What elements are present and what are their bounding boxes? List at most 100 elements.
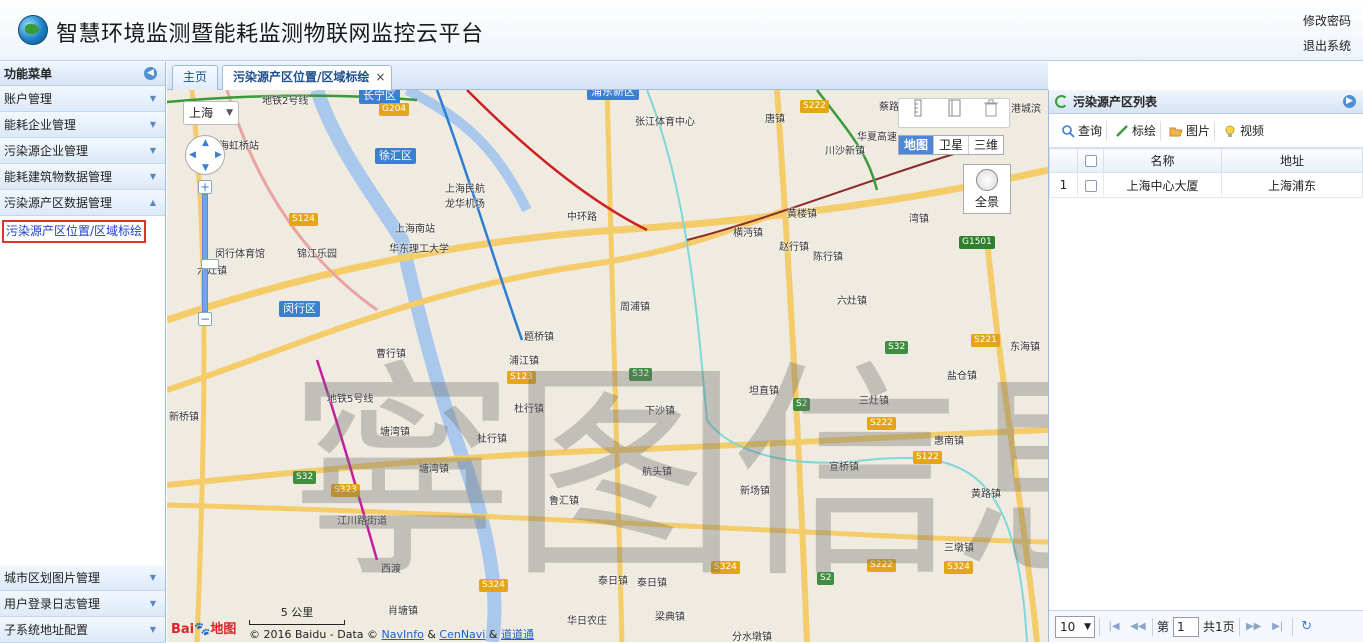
name-column-header[interactable]: 名称	[1103, 148, 1222, 173]
prev-page-icon[interactable]: ◀◀	[1128, 621, 1148, 632]
road-shield: S32	[885, 341, 909, 354]
map-label: 惠南镇	[934, 436, 964, 447]
scale-line	[249, 620, 345, 625]
pan-up-icon[interactable]: ▲	[202, 138, 209, 148]
map-label: 上海民航 龙华机场	[445, 184, 485, 210]
map-label: 闵行区	[279, 301, 320, 317]
navinfo-link[interactable]: NavInfo	[382, 628, 424, 641]
map-label: 闵行体育馆	[215, 249, 265, 260]
first-page-icon[interactable]: |◀	[1104, 621, 1124, 632]
row-name: 上海中心大厦	[1103, 172, 1222, 198]
select-all-checkbox[interactable]	[1084, 155, 1097, 167]
zoom-in-button[interactable]: +	[198, 180, 212, 194]
tab-home[interactable]: 主页	[172, 65, 219, 90]
menu-label: 污染源企业管理	[4, 144, 89, 158]
cennavi-link[interactable]: CenNavi	[439, 628, 485, 641]
plot-button[interactable]: 标绘	[1111, 120, 1162, 141]
map-type-3d[interactable]: 三维	[969, 136, 1003, 154]
bulb-icon	[1225, 125, 1235, 137]
road-shield: S124	[289, 213, 318, 226]
refresh-icon[interactable]	[1055, 95, 1068, 108]
expand-right-icon[interactable]: ▶	[1343, 95, 1356, 108]
map-label: 泰日镇	[637, 578, 667, 589]
trash-icon[interactable]	[982, 99, 1000, 117]
pan-right-icon[interactable]: ▶	[215, 150, 222, 160]
map-label: 黄路镇	[971, 489, 1001, 500]
caret-down-icon: ▼	[226, 108, 233, 118]
panel-header: 污染源产区列表 ▶	[1049, 90, 1363, 114]
chevron-down-icon: ▼	[149, 599, 156, 608]
map-label: 新桥镇	[169, 412, 199, 423]
zoom-track[interactable]	[201, 194, 219, 312]
city-select[interactable]: 上海 ▼	[183, 101, 239, 125]
copyright-text: © 2016 Baidu - Data ©	[249, 628, 379, 641]
map-label: 横沔镇	[733, 228, 763, 239]
pan-left-icon[interactable]: ◀	[189, 150, 196, 160]
map-type-satellite[interactable]: 卫星	[934, 136, 970, 154]
road-shield: S324	[944, 561, 973, 574]
tab-pollution-area-plot[interactable]: 污染源产区位置/区域标绘 ×	[222, 65, 393, 90]
road-shield: S2	[817, 572, 835, 585]
baidu-map-logo[interactable]: Bai🐾地图	[171, 618, 236, 637]
image-button[interactable]: 图片	[1165, 120, 1216, 141]
index-header	[1049, 148, 1078, 173]
query-label: 查询	[1078, 124, 1103, 138]
map-label: 三灶镇	[859, 396, 889, 407]
collapse-left-icon[interactable]: ◀	[144, 67, 157, 80]
road-shield: G1501	[959, 236, 995, 249]
menu-account[interactable]: 账户管理 ▼	[0, 86, 165, 112]
menu-login-log[interactable]: 用户登录日志管理 ▼	[0, 591, 165, 617]
paw-icon: 🐾	[194, 622, 211, 637]
sidebar: 功能菜单 ◀ 账户管理 ▼ 能耗企业管理 ▼ 污染源企业管理 ▼ 能耗建筑物数据管理 ▼…	[0, 62, 166, 643]
copyright-sep: &	[488, 628, 498, 641]
chevron-down-icon: ▼	[149, 625, 156, 634]
map-label: 泰日镇	[598, 576, 628, 587]
table-header-row: 名称 地址	[1049, 148, 1363, 173]
map-label: 六灶镇	[837, 296, 867, 307]
page-size-value: 10	[1060, 619, 1076, 634]
map-label: 浦东新区	[587, 90, 639, 100]
close-icon[interactable]: ×	[375, 66, 385, 89]
road-shield: S123	[507, 371, 536, 384]
page-size-select[interactable]: 10 ▼	[1055, 615, 1095, 638]
map-label: 华东理工大学	[389, 244, 449, 255]
next-page-icon[interactable]: ▶▶	[1244, 621, 1264, 632]
menu-building-data[interactable]: 能耗建筑物数据管理 ▼	[0, 164, 165, 190]
table-row[interactable]: 1 上海中心大厦 上海浦东	[1049, 172, 1363, 198]
query-button[interactable]: 查询	[1057, 120, 1108, 141]
map-type-map[interactable]: 地图	[899, 136, 935, 154]
road-shield: S122	[913, 451, 942, 464]
video-button[interactable]: 视频	[1219, 121, 1268, 141]
change-password-link[interactable]: 修改密码	[1303, 12, 1351, 29]
zoom-slider[interactable]: + −	[198, 180, 219, 326]
panel-title: 污染源产区列表	[1073, 95, 1158, 109]
menu-energy-enterprise[interactable]: 能耗企业管理 ▼	[0, 112, 165, 138]
zoom-handle[interactable]	[201, 259, 219, 269]
zoom-out-button[interactable]: −	[198, 312, 212, 326]
baidu-map[interactable]: 长宁区 浦东新区 徐汇区 闵行区 上海民航 龙华机场 上海南站 华东理工大学 闵…	[167, 90, 1048, 642]
daodaotong-link[interactable]: 道道通	[501, 628, 534, 641]
row-checkbox[interactable]	[1084, 179, 1097, 192]
sidebar-bottom-menus: 城市区划图片管理 ▼ 用户登录日志管理 ▼ 子系统地址配置 ▼	[0, 565, 165, 643]
menu-label: 污染源产区数据管理	[4, 196, 113, 210]
pencil-icon	[1116, 124, 1128, 137]
notebook-icon[interactable]	[945, 99, 963, 117]
pagination-bar: 10 ▼ |◀ ◀◀ 第 1 共1页 ▶▶ ▶| ↻	[1049, 610, 1363, 642]
map-pan-control[interactable]: ▲ ▼ ◀ ▶	[185, 135, 225, 175]
logout-link[interactable]: 退出系统	[1303, 37, 1351, 54]
menu-pollution-area-data[interactable]: 污染源产区数据管理 ▲	[0, 190, 165, 216]
panorama-button[interactable]: 全景	[963, 164, 1011, 214]
map-label: 海虹桥站	[219, 141, 259, 152]
reload-icon[interactable]: ↻	[1297, 619, 1317, 634]
menu-city-division-images[interactable]: 城市区划图片管理 ▼	[0, 565, 165, 591]
pan-down-icon[interactable]: ▼	[202, 163, 209, 173]
page-number-input[interactable]: 1	[1173, 616, 1200, 637]
last-page-icon[interactable]: ▶|	[1268, 621, 1288, 632]
address-column-header[interactable]: 地址	[1221, 148, 1363, 173]
map-label: 东海镇	[1010, 342, 1040, 353]
ruler-icon[interactable]	[909, 99, 927, 117]
menu-subsystem-config[interactable]: 子系统地址配置 ▼	[0, 617, 165, 643]
submenu-item-pollution-area-plot[interactable]: 污染源产区位置/区域标绘	[2, 220, 147, 243]
menu-pollution-enterprise[interactable]: 污染源企业管理 ▼	[0, 138, 165, 164]
road-shield: S221	[971, 334, 1000, 347]
